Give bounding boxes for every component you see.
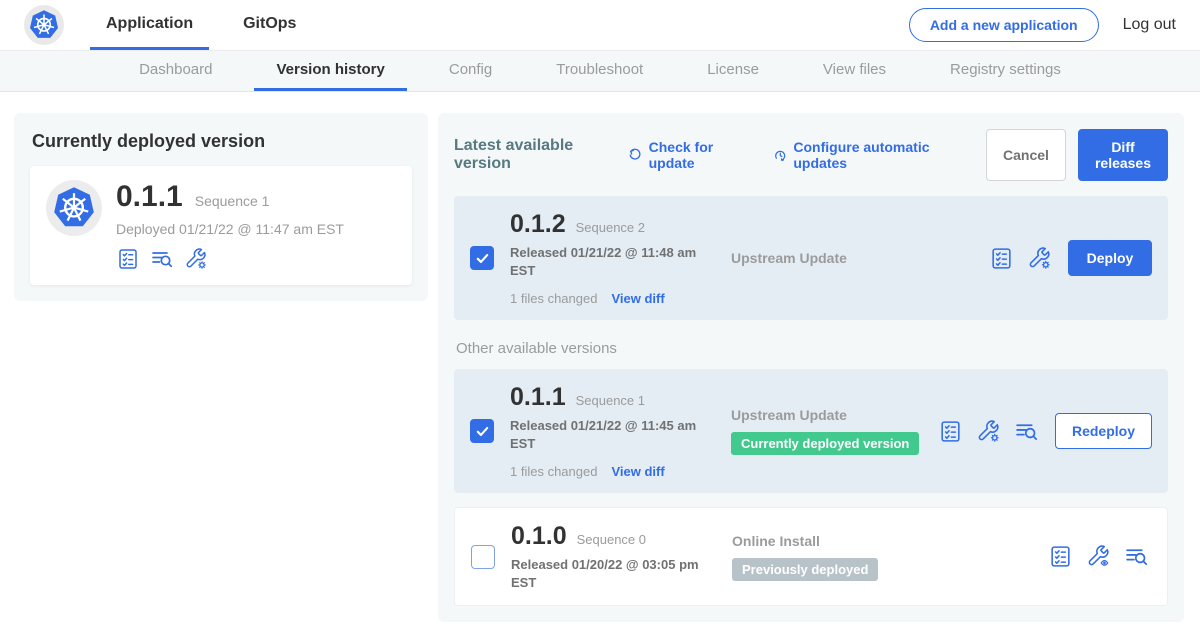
version-checkbox-0-1-2[interactable] xyxy=(470,246,494,270)
release-notes-icon[interactable] xyxy=(116,247,140,271)
release-notes-icon[interactable] xyxy=(938,419,963,444)
source-label: Upstream Update xyxy=(731,250,989,266)
version-checkbox-0-1-0[interactable] xyxy=(471,545,495,569)
currently-deployed-panel: Currently deployed version xyxy=(14,113,428,301)
other-versions-title: Other available versions xyxy=(456,340,1166,357)
files-changed-label: 1 files changed xyxy=(510,464,597,479)
sequence-label: Sequence 1 xyxy=(576,393,645,408)
main-content: Currently deployed version xyxy=(0,92,1200,622)
source-label: Upstream Update xyxy=(731,407,938,423)
clock-refresh-icon xyxy=(773,147,788,164)
released-timestamp: Released 01/21/22 @ 11:45 am EST xyxy=(510,417,700,452)
sequence-label: Sequence 0 xyxy=(577,532,646,547)
edit-config-wrench-gear-icon[interactable] xyxy=(976,419,1001,444)
diff-releases-button[interactable]: Diff releases xyxy=(1078,129,1168,181)
version-info: 0.1.1 Sequence 1 Released 01/21/22 @ 11:… xyxy=(510,383,715,479)
deployed-version-info: 0.1.1 Sequence 1 Deployed 01/21/22 @ 11:… xyxy=(116,180,344,271)
version-actions xyxy=(1048,544,1149,569)
version-history-panel: Latest available version Check for updat… xyxy=(438,113,1184,622)
top-nav: Application GitOps Add a new application… xyxy=(0,0,1200,50)
files-changed-label: 1 files changed xyxy=(510,291,597,306)
view-diff-link[interactable]: View diff xyxy=(611,464,664,479)
top-nav-right: Add a new application Log out xyxy=(909,0,1176,50)
subnav-tab-registry-settings[interactable]: Registry settings xyxy=(928,51,1083,91)
previously-deployed-badge: Previously deployed xyxy=(732,558,878,581)
subnav-tab-version-history[interactable]: Version history xyxy=(254,51,406,91)
deployed-sequence-label: Sequence 1 xyxy=(195,193,270,209)
version-number: 0.1.0 xyxy=(511,522,567,551)
released-timestamp: Released 01/21/22 @ 11:48 am EST xyxy=(510,244,700,279)
deployed-version-card: 0.1.1 Sequence 1 Deployed 01/21/22 @ 11:… xyxy=(30,166,412,285)
deployed-version-actions xyxy=(116,247,344,271)
deploy-button[interactable]: Deploy xyxy=(1068,240,1152,276)
version-actions xyxy=(938,419,1039,444)
deploy-logs-icon[interactable] xyxy=(150,247,174,271)
release-notes-icon[interactable] xyxy=(1048,544,1073,569)
tab-application[interactable]: Application xyxy=(90,0,209,50)
deploy-logs-icon[interactable] xyxy=(1014,419,1039,444)
version-source: Upstream Update Currently deployed versi… xyxy=(715,407,938,455)
version-number: 0.1.1 xyxy=(510,383,566,412)
version-actions xyxy=(989,246,1052,271)
deployed-version-number: 0.1.1 xyxy=(116,180,183,214)
version-row-0-1-0: 0.1.0 Sequence 0 Released 01/20/22 @ 03:… xyxy=(454,507,1168,606)
edit-config-wrench-gear-icon[interactable] xyxy=(184,247,208,271)
app-logo xyxy=(24,0,64,50)
refresh-icon xyxy=(628,147,643,164)
subnav-tab-license[interactable]: License xyxy=(685,51,781,91)
latest-version-title: Latest available version xyxy=(454,137,610,173)
configure-automatic-updates-label: Configure automatic updates xyxy=(793,139,960,171)
version-info: 0.1.2 Sequence 2 Released 01/21/22 @ 11:… xyxy=(510,210,715,306)
release-notes-icon[interactable] xyxy=(989,246,1014,271)
version-info: 0.1.0 Sequence 0 Released 01/20/22 @ 03:… xyxy=(511,522,716,591)
configure-automatic-updates-link[interactable]: Configure automatic updates xyxy=(773,139,960,171)
deploy-logs-icon[interactable] xyxy=(1124,544,1149,569)
check-for-update-link[interactable]: Check for update xyxy=(628,139,747,171)
kubernetes-logo-icon xyxy=(24,5,64,45)
version-source: Online Install Previously deployed xyxy=(716,533,1048,581)
version-number: 0.1.2 xyxy=(510,210,566,239)
currently-deployed-title: Currently deployed version xyxy=(32,131,410,152)
version-checkbox-0-1-1[interactable] xyxy=(470,419,494,443)
version-row-0-1-1: 0.1.1 Sequence 1 Released 01/21/22 @ 11:… xyxy=(454,369,1168,493)
source-label: Online Install xyxy=(732,533,1048,549)
subnav-tab-config[interactable]: Config xyxy=(427,51,514,91)
tab-gitops[interactable]: GitOps xyxy=(227,0,312,50)
kubernetes-logo-icon xyxy=(46,180,102,236)
currently-deployed-badge: Currently deployed version xyxy=(731,432,919,455)
check-for-update-label: Check for update xyxy=(649,139,747,171)
edit-config-wrench-gear-icon[interactable] xyxy=(1027,246,1052,271)
view-config-wrench-eye-icon[interactable] xyxy=(1086,544,1111,569)
view-diff-link[interactable]: View diff xyxy=(611,291,664,306)
cancel-button[interactable]: Cancel xyxy=(986,129,1066,181)
top-nav-tabs: Application GitOps xyxy=(90,0,330,50)
latest-version-header: Latest available version Check for updat… xyxy=(454,129,1168,181)
sequence-label: Sequence 2 xyxy=(576,220,645,235)
subnav-tab-view-files[interactable]: View files xyxy=(801,51,908,91)
redeploy-button[interactable]: Redeploy xyxy=(1055,413,1152,449)
logout-button[interactable]: Log out xyxy=(1123,16,1176,34)
add-new-application-button[interactable]: Add a new application xyxy=(909,8,1099,42)
subnav-tab-dashboard[interactable]: Dashboard xyxy=(117,51,234,91)
version-source: Upstream Update xyxy=(715,250,989,266)
version-row-0-1-2: 0.1.2 Sequence 2 Released 01/21/22 @ 11:… xyxy=(454,196,1168,320)
released-timestamp: Released 01/20/22 @ 03:05 pm EST xyxy=(511,556,701,591)
app-subnav: Dashboard Version history Config Trouble… xyxy=(0,50,1200,92)
deployed-timestamp: Deployed 01/21/22 @ 11:47 am EST xyxy=(116,221,344,237)
header-buttons: Cancel Diff releases xyxy=(986,129,1168,181)
subnav-tab-troubleshoot[interactable]: Troubleshoot xyxy=(534,51,665,91)
